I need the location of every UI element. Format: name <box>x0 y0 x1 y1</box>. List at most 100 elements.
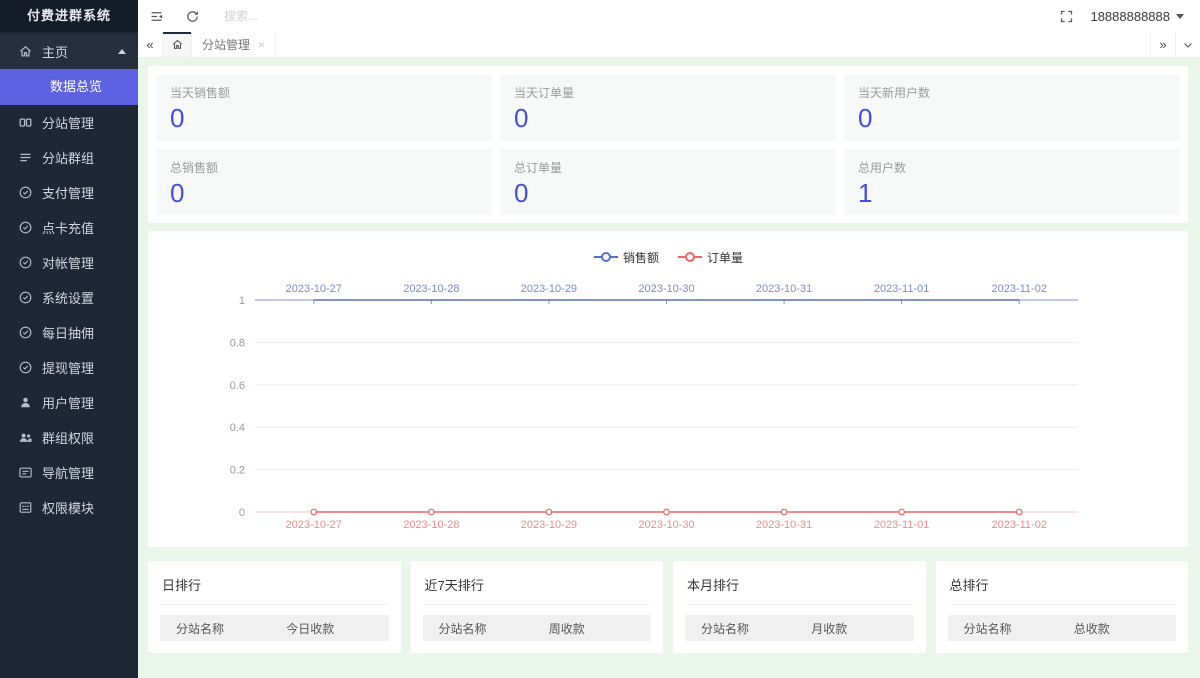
sidebar-item-substation-manage[interactable]: 分站管理 <box>0 105 138 140</box>
rankings-row: 日排行 分站名称 今日收款 近7天排行 分站名称 周收款 本月排行 分站名称 月… <box>148 561 1188 654</box>
app-title: 付费进群系统 <box>0 0 138 32</box>
svg-text:2023-10-30: 2023-10-30 <box>638 283 694 295</box>
svg-text:2023-11-01: 2023-11-01 <box>874 519 929 531</box>
sidebar-item-reconciliation[interactable]: 对帐管理 <box>0 245 138 280</box>
rows-icon <box>18 150 33 165</box>
caret-up-icon <box>118 49 126 54</box>
stat-value: 0 <box>514 103 529 133</box>
rank-table-header: 分站名称 周收款 <box>422 615 651 642</box>
legend-marker-icon <box>593 252 618 263</box>
stat-value: 0 <box>858 103 873 133</box>
svg-text:2023-10-28: 2023-10-28 <box>403 283 459 295</box>
sidebar-item-system-settings[interactable]: 系统设置 <box>0 280 138 315</box>
topbar: 18888888888 <box>138 0 1200 32</box>
sidebar-item-home[interactable]: 主页 <box>0 34 138 69</box>
tabbar: « 分站管理 × » <box>138 32 1200 58</box>
stat-card-total-users: 总用户数 1 <box>844 148 1180 216</box>
chart-legend: 销售额 订单量 <box>148 247 1188 267</box>
tabs-scroll-left-icon[interactable]: « <box>138 32 163 57</box>
sidebar-subitem-label: 数据总览 <box>50 79 103 94</box>
sidebar-item-card-recharge[interactable]: 点卡充值 <box>0 210 138 245</box>
svg-text:2023-11-02: 2023-11-02 <box>991 283 1046 295</box>
legend-label: 销售额 <box>622 250 659 265</box>
sidebar-item-withdrawal-manage[interactable]: 提现管理 <box>0 350 138 385</box>
check-circle-icon <box>18 325 33 340</box>
stats-panel: 当天销售额 0 当天订单量 0 当天新用户数 0 总销售额 0 总订单量 0 总… <box>148 66 1188 224</box>
nav-icon <box>18 465 33 480</box>
sidebar-menu: 主页 数据总览 分站管理 分站群组 支付管理 点卡充值 对帐管理 系统设置 每日… <box>0 32 138 525</box>
rank-table-header: 分站名称 月收款 <box>685 615 914 642</box>
stat-card-today-sales: 当天销售额 0 <box>156 74 492 141</box>
svg-text:2023-10-31: 2023-10-31 <box>756 283 812 295</box>
menu-toggle-icon[interactable] <box>138 0 174 32</box>
search-input[interactable] <box>224 9 354 23</box>
close-icon[interactable]: × <box>258 38 265 52</box>
check-circle-icon <box>18 290 33 305</box>
svg-text:2023-10-31: 2023-10-31 <box>756 519 812 531</box>
legend-label: 订单量 <box>707 250 744 265</box>
rank-table-header: 分站名称 今日收款 <box>160 615 389 642</box>
check-circle-icon <box>18 185 33 200</box>
sidebar-item-nav-manage[interactable]: 导航管理 <box>0 455 138 490</box>
stat-value: 0 <box>170 177 185 208</box>
svg-text:2023-10-27: 2023-10-27 <box>286 283 342 295</box>
stat-card-total-sales: 总销售额 0 <box>156 148 492 216</box>
module-icon <box>18 500 33 515</box>
sidebar-item-group-permissions[interactable]: 群组权限 <box>0 420 138 455</box>
home-icon <box>171 38 184 51</box>
rank-card-daily: 日排行 分站名称 今日收款 <box>148 561 401 654</box>
legend-item[interactable]: 销售额 <box>593 249 659 266</box>
svg-text:2023-10-28: 2023-10-28 <box>403 519 459 531</box>
svg-text:2023-10-29: 2023-10-29 <box>521 519 577 531</box>
check-circle-icon <box>18 360 33 375</box>
home-icon <box>18 44 33 59</box>
stat-value: 1 <box>858 177 873 208</box>
check-circle-icon <box>18 255 33 270</box>
caret-down-icon <box>1176 13 1184 19</box>
user-icon <box>18 395 33 410</box>
fullscreen-icon[interactable] <box>1048 0 1084 32</box>
refresh-icon[interactable] <box>174 0 210 32</box>
svg-text:0.8: 0.8 <box>230 338 245 350</box>
rank-table-header: 分站名称 总收款 <box>947 615 1176 642</box>
sidebar-item-substation-groups[interactable]: 分站群组 <box>0 140 138 175</box>
sidebar-item-user-manage[interactable]: 用户管理 <box>0 385 138 420</box>
app-window: 付费进群系统 主页 数据总览 分站管理 分站群组 支付管理 点卡充值 对帐管理 … <box>0 0 1200 678</box>
rank-card-total: 总排行 分站名称 总收款 <box>935 561 1188 654</box>
chart-box: 1 0.8 0.6 0.4 0.2 0 2023-10-27 2023-10-28 2023-1… <box>148 273 1188 541</box>
sidebar-item-daily-commission[interactable]: 每日抽佣 <box>0 315 138 350</box>
svg-text:2023-11-01: 2023-11-01 <box>874 283 929 295</box>
svg-text:0.2: 0.2 <box>230 465 245 477</box>
legend-item[interactable]: 订单量 <box>677 249 743 266</box>
svg-text:0.4: 0.4 <box>230 422 245 434</box>
rank-card-month: 本月排行 分站名称 月收款 <box>673 561 926 654</box>
chart-svg: 1 0.8 0.6 0.4 0.2 0 2023-10-27 2023-10-28 2023-1… <box>230 283 1078 531</box>
stat-value: 0 <box>514 177 529 208</box>
svg-text:1: 1 <box>239 295 245 307</box>
user-phone: 18888888888 <box>1090 8 1170 24</box>
sidebar-item-label: 主页 <box>42 45 69 60</box>
tab-substation-manage[interactable]: 分站管理 × <box>192 32 277 57</box>
svg-text:2023-10-27: 2023-10-27 <box>286 519 342 531</box>
rank-card-7days: 近7天排行 分站名称 周收款 <box>410 561 663 654</box>
stat-card-today-orders: 当天订单量 0 <box>500 74 836 141</box>
legend-marker-icon <box>678 252 702 263</box>
users-icon <box>18 430 33 445</box>
stat-card-today-new-users: 当天新用户数 0 <box>844 74 1180 141</box>
sidebar-item-permission-module[interactable]: 权限模块 <box>0 490 138 525</box>
svg-text:0.6: 0.6 <box>230 380 245 392</box>
sidebar-item-data-overview[interactable]: 数据总览 <box>0 69 138 105</box>
stat-value: 0 <box>170 103 185 133</box>
svg-text:2023-11-02: 2023-11-02 <box>991 519 1046 531</box>
component-icon <box>18 115 33 130</box>
tabs-menu-icon[interactable] <box>1175 32 1200 57</box>
user-menu[interactable]: 18888888888 <box>1084 0 1200 32</box>
tabs-scroll-right-icon[interactable]: » <box>1150 32 1175 57</box>
stat-card-total-orders: 总订单量 0 <box>500 148 836 216</box>
sidebar: 付费进群系统 主页 数据总览 分站管理 分站群组 支付管理 点卡充值 对帐管理 … <box>0 0 138 678</box>
svg-text:2023-10-29: 2023-10-29 <box>521 283 577 295</box>
tab-home[interactable] <box>163 32 192 57</box>
chart-panel: 销售额 订单量 1 0.8 0.6 0.4 0.2 0 2023-10-27 2023-10-2… <box>148 231 1188 548</box>
content-area: 当天销售额 0 当天订单量 0 当天新用户数 0 总销售额 0 总订单量 0 总… <box>138 58 1200 678</box>
sidebar-item-payment-manage[interactable]: 支付管理 <box>0 175 138 210</box>
